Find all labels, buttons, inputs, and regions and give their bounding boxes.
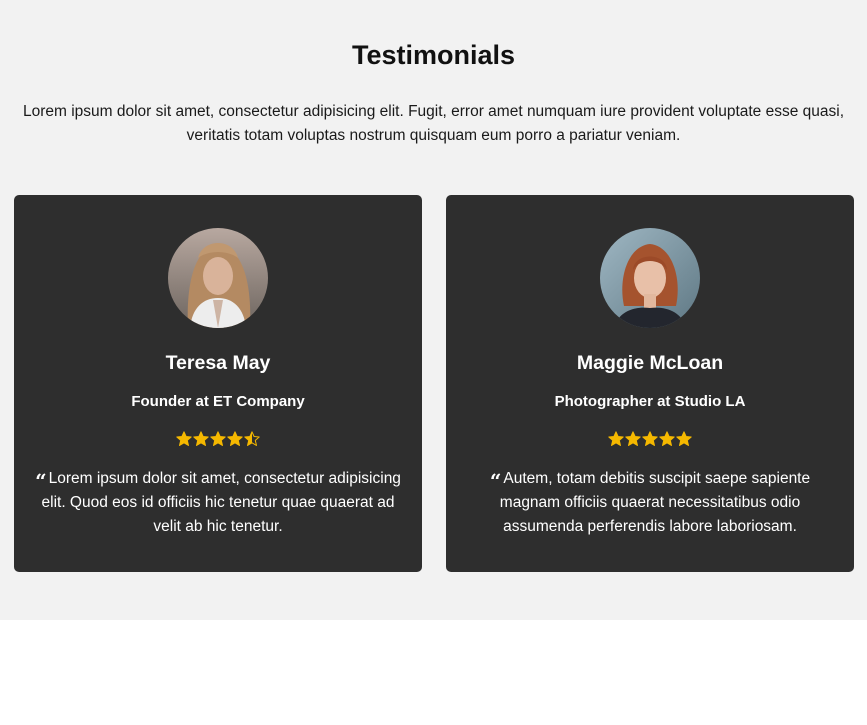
star-full-icon <box>676 431 692 446</box>
quote-text: Lorem ipsum dolor sit amet, consectetur … <box>41 470 401 535</box>
star-full-icon <box>642 431 658 446</box>
star-full-icon <box>625 431 641 446</box>
avatar <box>168 228 268 328</box>
star-full-icon <box>227 431 243 446</box>
section-title: Testimonials <box>351 40 516 70</box>
star-full-icon <box>176 431 192 446</box>
testimonials-section: Testimonials Lorem ipsum dolor sit amet,… <box>0 0 867 620</box>
star-full-icon <box>608 431 624 446</box>
testimonial-quote: “Lorem ipsum dolor sit amet, consectetur… <box>30 467 406 539</box>
testimonial-quote: “Autem, totam debitis suscipit saepe sap… <box>462 467 838 539</box>
testimonial-role: Founder at ET Company <box>131 393 305 410</box>
star-full-icon <box>659 431 675 446</box>
star-half-icon <box>244 431 260 446</box>
testimonial-role: Photographer at Studio LA <box>554 393 746 410</box>
star-full-icon <box>193 431 209 446</box>
rating-stars <box>446 431 854 447</box>
rating-stars <box>14 431 422 447</box>
quote-left-icon: “ <box>35 469 47 493</box>
testimonial-card: Teresa May Founder at ET Company “Lorem … <box>14 195 422 572</box>
quote-text: Autem, totam debitis suscipit saepe sapi… <box>499 470 811 535</box>
section-intro: Lorem ipsum dolor sit amet, consectetur … <box>22 103 845 144</box>
testimonial-card: Maggie McLoan Photographer at Studio LA … <box>446 195 854 572</box>
quote-left-icon: “ <box>489 469 502 493</box>
testimonial-name: Maggie McLoan <box>576 352 724 374</box>
avatar <box>600 228 700 328</box>
star-full-icon <box>210 431 226 446</box>
testimonial-name: Teresa May <box>165 352 271 374</box>
